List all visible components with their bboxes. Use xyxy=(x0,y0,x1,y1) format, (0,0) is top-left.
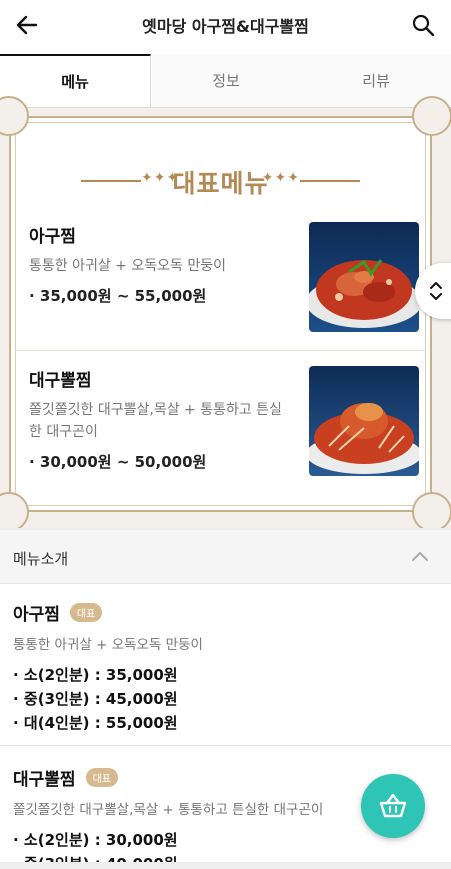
food-photo xyxy=(309,222,419,332)
price-option: · 대(4인분) : 55,000원 xyxy=(13,714,178,732)
search-icon[interactable] xyxy=(411,13,435,37)
card-corner xyxy=(412,492,451,532)
signature-badge: 대표 xyxy=(69,603,103,622)
featured-section: ✦✦✦ 대표메뉴 ✦✦✦ 아구찜 통통한 아귀살 + 오독오독 만둥이 · 35… xyxy=(0,96,451,532)
signature-badge: 대표 xyxy=(85,768,118,787)
menu-item-name: 대구뽈찜 xyxy=(13,770,76,790)
menu-intro-label: 메뉴소개 xyxy=(13,550,69,568)
title-ornament-stars: ✦✦✦ xyxy=(261,170,300,186)
tab-bar: 메뉴 정보 리뷰 xyxy=(0,54,451,108)
bottom-edge xyxy=(0,862,451,869)
menu-item-desc: 통통한 아귀살 + 오독오독 만둥이 xyxy=(13,637,203,653)
cart-button[interactable] xyxy=(361,774,425,838)
basket-icon xyxy=(379,793,407,818)
page-title: 옛마당 아구찜&대구뽈찜 xyxy=(142,17,309,36)
title-ornament-line xyxy=(300,180,360,182)
chevron-up-icon[interactable] xyxy=(411,550,429,562)
price-option: · 소(2인분) : 35,000원 xyxy=(13,666,178,684)
price-option: · 중(3인분) : 45,000원 xyxy=(13,690,178,708)
featured-card: ✦✦✦ 대표메뉴 ✦✦✦ 아구찜 통통한 아귀살 + 오독오독 만둥이 · 35… xyxy=(0,96,451,532)
scroll-updown-icon xyxy=(430,282,442,300)
featured-item-desc: 쫄깃쫄깃한 대구뽈살,목살 + 통통하고 튼실한 대구곤이 xyxy=(29,402,282,440)
tab-info[interactable]: 정보 xyxy=(151,54,301,107)
card-corner xyxy=(412,96,451,136)
item-separator xyxy=(0,745,451,746)
featured-item[interactable]: 아구찜 통통한 아귀살 + 오독오독 만둥이 · 35,000원 ~ 55,00… xyxy=(29,222,419,334)
food-photo xyxy=(309,366,419,476)
featured-item[interactable]: 대구뽈찜 쫄깃쫄깃한 대구뽈살,목살 + 통통하고 튼실한 대구곤이 · 30,… xyxy=(29,366,419,478)
menu-item-name: 아구찜 xyxy=(13,605,60,625)
featured-title: 대표메뉴 xyxy=(172,169,269,198)
app-header: 옛마당 아구찜&대구뽈찜 xyxy=(0,0,451,52)
tab-menu[interactable]: 메뉴 xyxy=(0,54,151,107)
menu-intro-header[interactable]: 메뉴소개 xyxy=(0,530,451,584)
item-divider xyxy=(15,350,426,351)
menu-item[interactable]: 아구찜 대표 통통한 아귀살 + 오독오독 만둥이 · 소(2인분) : 35,… xyxy=(0,600,451,735)
featured-item-desc: 통통한 아귀살 + 오독오독 만둥이 xyxy=(29,258,226,274)
